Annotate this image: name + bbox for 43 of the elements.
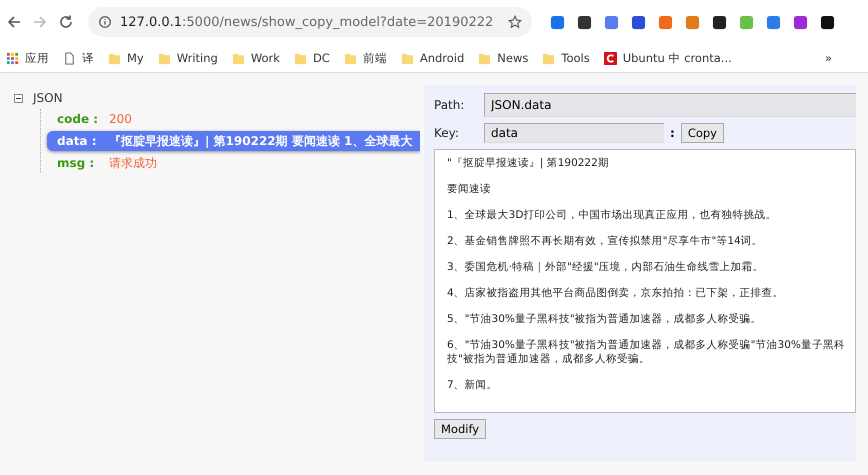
folder-icon bbox=[158, 52, 171, 64]
extension-icon[interactable] bbox=[631, 14, 646, 30]
copy-button[interactable]: Copy bbox=[680, 123, 724, 143]
value-text-area[interactable]: "『抠腚早报速读』| 第190222期 要闻速读 1、全球最大3D打印公司，中国市场出现真正应用，也有独特挑战。 2、基金销售牌照不再长期有效，宣传拟禁用"尽享牛市"等14词。 3、委国危机·特稿｜外部"经援"压境，内部石油生命线雪上加霜。 4、店家被指盗用其他平台商品图倒卖，京东拍拍：已下架，正排查。 5、"节油30%量子黑科技"被指为普通加速器，成都多人称受骗。 6、"节油30%量子黑科技"被指为普通加速器，成都多人称受骗"节油30%量子黑科技"被指为普通加速器，成都多人称受骗。 7、新闻。 bbox=[434, 149, 856, 413]
key-label: Key: bbox=[434, 126, 460, 140]
star-icon[interactable] bbox=[508, 15, 522, 29]
back-icon[interactable] bbox=[6, 14, 22, 30]
folder-icon bbox=[542, 52, 556, 64]
bookmark[interactable]: 译 bbox=[63, 50, 94, 66]
folder-icon bbox=[294, 52, 307, 64]
colon-text: : bbox=[670, 126, 675, 140]
folder-icon bbox=[478, 52, 492, 64]
url-text: 127.0.0.1:5000/news/show_copy_model?date=20190222 bbox=[120, 14, 494, 30]
folder-icon bbox=[400, 52, 414, 64]
bookmark[interactable]: Android bbox=[400, 51, 464, 65]
folder-icon bbox=[344, 52, 357, 64]
bookmark[interactable]: Writing bbox=[158, 51, 218, 65]
page-icon bbox=[63, 52, 76, 64]
folder-icon bbox=[108, 52, 121, 64]
bookmark[interactable]: 应用 bbox=[6, 50, 49, 66]
address-bar[interactable]: 127.0.0.1:5000/news/show_copy_model?date=20190222 bbox=[88, 7, 532, 37]
bookmark[interactable]: DC bbox=[294, 51, 330, 65]
tree-node-label[interactable]: JSON bbox=[33, 91, 63, 105]
folder-icon bbox=[232, 52, 245, 64]
reload-icon[interactable] bbox=[58, 14, 74, 30]
site-icon bbox=[604, 52, 617, 64]
extension-icon[interactable] bbox=[712, 14, 727, 30]
bookmark[interactable]: News bbox=[478, 51, 528, 65]
collapse-icon[interactable] bbox=[14, 94, 23, 102]
key-field[interactable]: data bbox=[484, 123, 664, 143]
info-icon[interactable] bbox=[98, 15, 112, 29]
modify-button[interactable]: Modify bbox=[434, 419, 486, 439]
tree-node[interactable]: data : 『抠腚早报速读』| 第190222期 要闻速读 1、全球最大 bbox=[47, 131, 420, 151]
extension-icon[interactable] bbox=[820, 14, 835, 30]
more-bookmarks-button[interactable]: » bbox=[824, 51, 832, 65]
apps-grid-icon bbox=[6, 52, 19, 64]
bookmark[interactable]: My bbox=[108, 51, 144, 65]
bookmark[interactable]: Ubuntu 中 cronta... bbox=[604, 50, 732, 66]
path-label: Path: bbox=[434, 98, 466, 112]
bookmark[interactable]: 前端 bbox=[344, 50, 387, 66]
bookmark[interactable]: Tools bbox=[542, 51, 590, 65]
bookmark[interactable]: Work bbox=[232, 51, 280, 65]
extension-icon[interactable] bbox=[577, 14, 592, 30]
